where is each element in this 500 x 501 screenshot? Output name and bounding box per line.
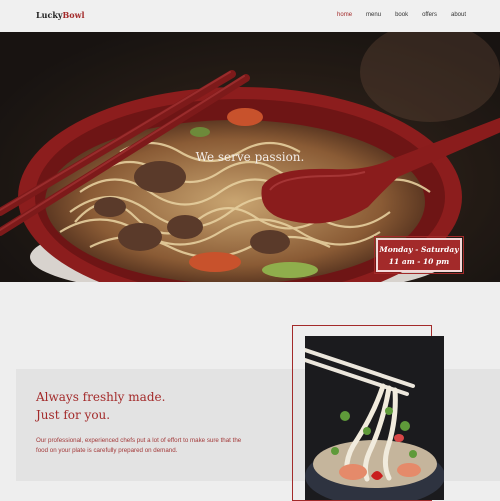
- site-header: LuckyBowl home menu book offers about: [0, 0, 500, 32]
- nav-link-about[interactable]: about: [451, 12, 466, 18]
- noodle-photo: [305, 336, 444, 500]
- main-nav: home menu book offers about: [323, 12, 466, 18]
- opening-hours-days: Monday - Saturday: [379, 245, 459, 254]
- nav-link-offers[interactable]: offers: [422, 12, 437, 18]
- hero-section: We serve passion. Monday - Saturday 11 a…: [0, 32, 500, 282]
- intro-headline: Always freshly made. Just for you.: [36, 388, 165, 424]
- logo-text-bowl: Bowl: [62, 10, 85, 20]
- nav-link-book[interactable]: book: [395, 12, 408, 18]
- opening-hours-badge: Monday - Saturday 11 am - 10 pm: [374, 236, 464, 274]
- logo-text-lucky: Lucky: [36, 10, 63, 20]
- noodle-photo-image: [305, 336, 444, 500]
- logo[interactable]: LuckyBowl: [36, 10, 85, 20]
- opening-hours-time: 11 am - 10 pm: [388, 257, 450, 266]
- intro-headline-line1: Always freshly made.: [36, 390, 166, 404]
- hero-tagline: We serve passion.: [195, 150, 305, 164]
- intro-headline-line2: Just for you.: [36, 408, 111, 422]
- intro-body-text: Our professional, experienced chefs put …: [36, 437, 242, 454]
- nav-link-home[interactable]: home: [337, 12, 352, 18]
- nav-link-menu[interactable]: menu: [366, 12, 381, 18]
